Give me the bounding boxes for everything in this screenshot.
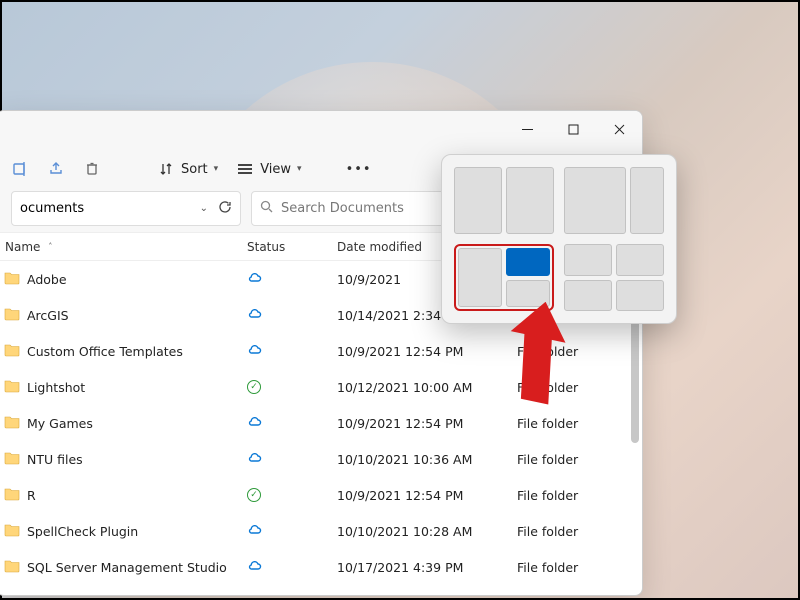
snap-zone[interactable] <box>506 167 554 234</box>
close-button[interactable] <box>596 111 642 147</box>
snap-zone[interactable] <box>564 280 612 312</box>
file-name: My Games <box>27 416 93 431</box>
file-type: File folder <box>517 524 634 539</box>
folder-icon <box>3 485 21 506</box>
sort-button[interactable]: Sort ▾ <box>157 160 218 178</box>
snap-layouts-flyout <box>441 154 677 324</box>
file-type: File folder <box>517 452 634 467</box>
search-icon <box>260 200 273 217</box>
table-row[interactable]: My Games 10/9/2021 12:54 PMFile folder <box>0 405 642 441</box>
file-name: Lightshot <box>27 380 85 395</box>
file-type: File folder <box>517 344 634 359</box>
file-type: File folder <box>517 416 634 431</box>
chevron-down-icon: ▾ <box>214 164 219 174</box>
folder-icon <box>3 413 21 434</box>
file-date: 10/9/2021 12:54 PM <box>337 488 517 503</box>
file-type: File folder <box>517 380 634 395</box>
snap-zone[interactable] <box>454 167 502 234</box>
column-header-name[interactable]: Name ˄ <box>1 240 247 254</box>
snap-zone[interactable] <box>616 244 664 276</box>
table-row[interactable]: NTU files 10/10/2021 10:36 AMFile folder <box>0 441 642 477</box>
folder-icon <box>3 521 21 542</box>
minimize-button[interactable] <box>504 111 550 147</box>
chevron-down-icon[interactable]: ⌄ <box>200 203 208 214</box>
snap-zone[interactable] <box>630 167 664 234</box>
snap-zone[interactable] <box>506 280 550 308</box>
refresh-icon[interactable] <box>218 200 232 218</box>
sort-icon <box>157 160 175 178</box>
file-name: SQL Server Management Studio <box>27 560 227 575</box>
column-header-status[interactable]: Status <box>247 240 337 254</box>
table-row[interactable]: SpellCheck Plugin 10/10/2021 10:28 AMFile… <box>0 513 642 549</box>
status-synced-icon: ✓ <box>247 488 261 502</box>
snap-zone[interactable] <box>616 280 664 312</box>
sort-label: Sort <box>181 162 208 177</box>
file-date: 10/9/2021 12:54 PM <box>337 416 517 431</box>
table-row[interactable]: SQL Server Management Studio 10/17/2021 4… <box>0 549 642 585</box>
file-name: Adobe <box>27 272 67 287</box>
status-cloud-icon <box>247 270 263 289</box>
file-name: NTU files <box>27 452 83 467</box>
file-date: 10/10/2021 10:28 AM <box>337 524 517 539</box>
file-date: 10/12/2021 10:00 AM <box>337 380 517 395</box>
titlebar <box>0 111 642 147</box>
rename-icon[interactable] <box>11 160 29 178</box>
snap-zone[interactable] <box>564 244 612 276</box>
view-button[interactable]: View ▾ <box>236 160 301 178</box>
folder-icon <box>3 377 21 398</box>
chevron-down-icon: ▾ <box>297 164 302 174</box>
table-row[interactable]: Custom Office Templates 10/9/2021 12:54 P… <box>0 333 642 369</box>
sort-ascending-icon: ˄ <box>48 242 52 251</box>
status-synced-icon: ✓ <box>247 380 261 394</box>
status-cloud-icon <box>247 450 263 469</box>
file-name: SpellCheck Plugin <box>27 524 138 539</box>
delete-icon[interactable] <box>83 160 101 178</box>
folder-icon <box>3 557 21 578</box>
status-cloud-icon <box>247 558 263 577</box>
file-date: 10/9/2021 12:54 PM <box>337 344 517 359</box>
snap-layout-3[interactable] <box>454 244 554 311</box>
view-icon <box>236 160 254 178</box>
table-row[interactable]: R ✓ 10/9/2021 12:54 PMFile folder <box>0 477 642 513</box>
folder-icon <box>3 269 21 290</box>
share-icon[interactable] <box>47 160 65 178</box>
status-cloud-icon <box>247 414 263 433</box>
breadcrumb-segment: ocuments <box>20 201 84 216</box>
status-cloud-icon <box>247 306 263 325</box>
snap-layout-4[interactable] <box>564 244 664 311</box>
file-name: ArcGIS <box>27 308 69 323</box>
breadcrumb[interactable]: ocuments ⌄ <box>11 191 241 226</box>
snap-zone-active[interactable] <box>506 248 550 276</box>
file-type: File folder <box>517 560 634 575</box>
snap-layout-2[interactable] <box>564 167 664 234</box>
file-date: 10/17/2021 4:39 PM <box>337 560 517 575</box>
table-row[interactable]: Lightshot ✓ 10/12/2021 10:00 AMFile folder <box>0 369 642 405</box>
file-date: 10/10/2021 10:36 AM <box>337 452 517 467</box>
search-placeholder: Search Documents <box>281 201 404 216</box>
more-icon[interactable]: ••• <box>350 160 368 178</box>
snap-zone[interactable] <box>458 248 502 307</box>
view-label: View <box>260 162 291 177</box>
folder-icon <box>3 449 21 470</box>
folder-icon <box>3 305 21 326</box>
snap-layout-1[interactable] <box>454 167 554 234</box>
snap-zone[interactable] <box>564 167 626 234</box>
status-cloud-icon <box>247 342 263 361</box>
maximize-button[interactable] <box>550 111 596 147</box>
file-name: Custom Office Templates <box>27 344 183 359</box>
file-type: File folder <box>517 488 634 503</box>
status-cloud-icon <box>247 522 263 541</box>
folder-icon <box>3 341 21 362</box>
file-name: R <box>27 488 36 503</box>
